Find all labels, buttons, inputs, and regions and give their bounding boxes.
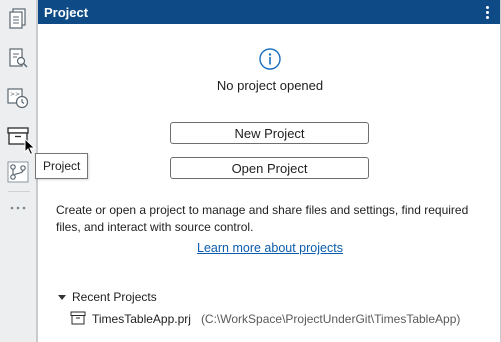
recent-project-path: (C:\WorkSpace\ProjectUnderGit\TimesTable… xyxy=(200,312,461,326)
empty-state-message: No project opened xyxy=(216,78,324,93)
open-project-button[interactable]: Open Project xyxy=(170,157,369,179)
panel-header: Project xyxy=(38,0,500,24)
tooltip: Project xyxy=(35,153,89,179)
project-panel: Project No project opened New Project Op… xyxy=(37,0,501,342)
files-icon[interactable] xyxy=(4,4,32,32)
file-search-icon[interactable] xyxy=(4,44,32,72)
svg-text:>>: >> xyxy=(10,91,20,98)
command-history-icon[interactable]: >> xyxy=(4,84,32,112)
recent-projects-header[interactable]: Recent Projects xyxy=(58,289,157,305)
caret-down-icon xyxy=(58,294,66,300)
info-icon xyxy=(259,48,281,73)
learn-more-link[interactable]: Learn more about projects xyxy=(38,241,501,255)
recent-projects-label: Recent Projects xyxy=(72,290,157,304)
recent-project-item[interactable]: TimesTableApp.prj (C:\WorkSpace\ProjectU… xyxy=(70,310,460,328)
activity-separator xyxy=(8,191,30,192)
kebab-menu-icon[interactable] xyxy=(482,3,492,21)
recent-project-name: TimesTableApp.prj xyxy=(92,312,191,326)
ellipsis-icon[interactable] xyxy=(8,200,28,216)
activity-bar: >> xyxy=(0,0,37,342)
panel-title: Project xyxy=(44,4,89,20)
project-file-icon xyxy=(70,311,86,328)
new-project-button[interactable]: New Project xyxy=(170,122,369,144)
mouse-cursor-icon xyxy=(24,137,36,159)
project-description: Create or open a project to manage and s… xyxy=(56,203,469,234)
source-control-icon[interactable] xyxy=(4,158,32,186)
